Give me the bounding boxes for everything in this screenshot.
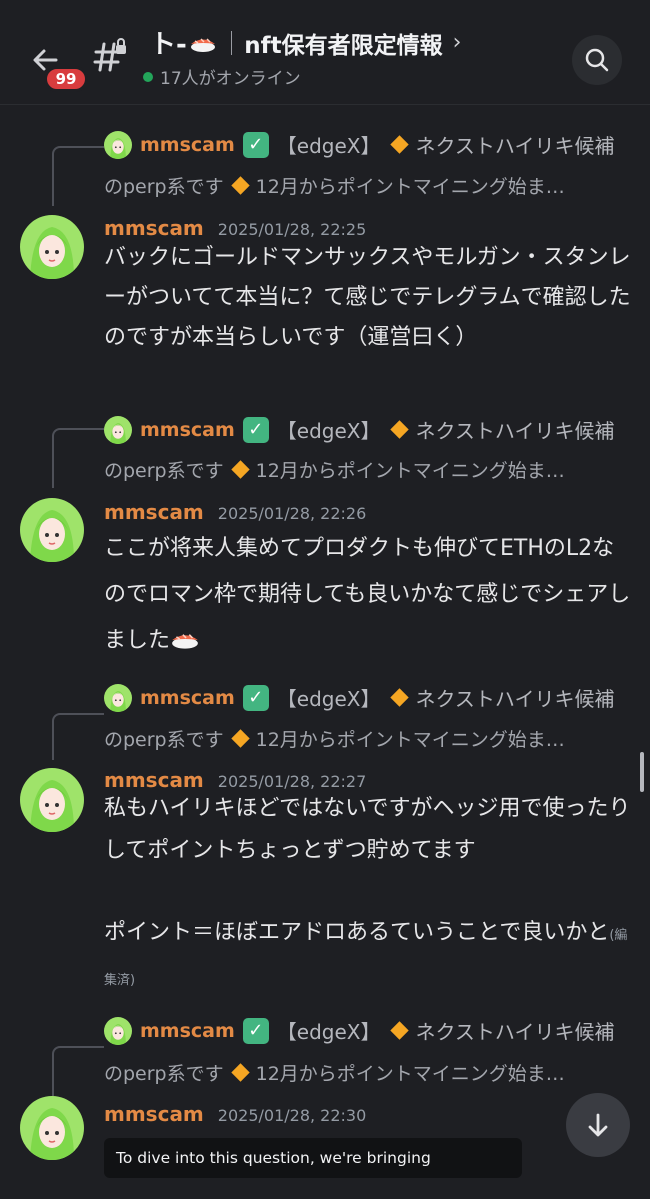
reply-preview[interactable]: mmscam ✓ 【edgeX】 ネクストハイリキ候補	[104, 130, 615, 159]
reply-preview-line2: のperp系です 12月からポイントマイニング始ま…	[104, 725, 565, 752]
check-mark-icon: ✓	[242, 416, 269, 443]
avatar	[104, 415, 132, 444]
message-header: mmscam 2025/01/28, 22:25	[104, 216, 366, 240]
unread-badge: 99	[44, 66, 88, 92]
online-count: 17人がオンライン	[160, 69, 301, 89]
message-timestamp: 2025/01/28, 22:25	[217, 220, 367, 239]
reply-tag: 【edgeX】	[276, 134, 381, 158]
channel-title[interactable]: ト- nft保有者限定情報 ›	[150, 24, 461, 61]
avatar[interactable]	[20, 498, 84, 562]
reply-preview-text: ネクストハイリキ候補	[415, 419, 615, 443]
orange-diamond-icon	[230, 729, 250, 748]
message-body-2: ポイント＝ほぼエアドロあるていうことで良いかと(編集済)	[104, 912, 634, 1002]
check-mark-icon: ✓	[242, 131, 269, 158]
locked-hash-icon	[92, 36, 132, 76]
message-author[interactable]: mmscam	[104, 216, 204, 240]
online-status: 17人がオンライン	[143, 64, 301, 89]
reply-preview-part: 12月からポイントマイニング始ま…	[255, 1063, 565, 1085]
reply-author: mmscam	[140, 1019, 235, 1042]
reply-preview-part: のperp系です	[104, 176, 224, 198]
message-body: 私もハイリキほどではないですがヘッジ用で使ったりしてポイントちょっとずつ貯めてま…	[104, 796, 631, 863]
reply-preview-line2: のperp系です 12月からポイントマイニング始ま…	[104, 172, 565, 199]
chevron-right-icon: ›	[452, 30, 462, 55]
reply-connector	[52, 1046, 104, 1098]
reply-tag: 【edgeX】	[276, 419, 381, 443]
message-header: mmscam 2025/01/28, 22:26	[104, 500, 366, 524]
reply-connector	[52, 713, 104, 760]
reply-tag: 【edgeX】	[276, 687, 381, 711]
avatar[interactable]	[20, 215, 84, 279]
message-text: ポイント＝ほぼエアドロあるていうことで良いかと	[104, 920, 610, 945]
reply-preview-text: ネクストハイリキ候補	[415, 1020, 615, 1044]
orange-diamond-icon	[389, 135, 409, 154]
search-icon	[585, 48, 609, 72]
orange-diamond-icon	[230, 1063, 250, 1082]
jump-to-latest-button[interactable]	[566, 1093, 630, 1157]
avatar	[104, 683, 132, 712]
scrollbar[interactable]	[640, 752, 644, 792]
reply-author: mmscam	[140, 686, 235, 709]
reply-connector	[52, 146, 104, 206]
reply-preview-part: 12月からポイントマイニング始ま…	[255, 729, 565, 751]
message-timestamp: 2025/01/28, 22:26	[217, 504, 367, 523]
reply-preview[interactable]: mmscam ✓ 【edgeX】 ネクストハイリキ候補	[104, 683, 615, 712]
reply-author: mmscam	[140, 418, 235, 441]
channel-name: nft保有者限定情報	[244, 32, 443, 59]
reply-preview-part: のperp系です	[104, 1063, 224, 1085]
title-divider	[230, 30, 233, 55]
reply-preview-part: のperp系です	[104, 729, 224, 751]
message-body: バックにゴールドマンサックスやモルガン・スタンレーがついてて本当に？て感じでテレ…	[104, 245, 631, 350]
channel-prefix: ト-	[150, 30, 187, 60]
reply-preview[interactable]: mmscam ✓ 【edgeX】 ネクストハイリキ候補	[104, 1016, 615, 1045]
avatar[interactable]	[20, 768, 84, 832]
reply-preview-part: 12月からポイントマイニング始ま…	[255, 176, 565, 198]
avatar[interactable]	[20, 1096, 84, 1160]
orange-diamond-icon	[389, 1021, 409, 1040]
message-body: ここが将来人集めてプロダクトも伸びてETHのL2なのでロマン枠で期待しても良いか…	[104, 526, 634, 664]
message-header: mmscam 2025/01/28, 22:30	[104, 1102, 366, 1126]
channel-header: 99 ト- nft保有者限定情報 › 17人がオンライン	[0, 0, 650, 105]
reply-author: mmscam	[140, 133, 235, 156]
reply-preview-line2: のperp系です 12月からポイントマイニング始ま…	[104, 1059, 565, 1086]
orange-diamond-icon	[230, 460, 250, 479]
reply-preview-text: ネクストハイリキ候補	[415, 134, 615, 158]
reply-preview[interactable]: mmscam ✓ 【edgeX】 ネクストハイリキ候補	[104, 415, 615, 444]
reply-preview-line2: のperp系です 12月からポイントマイニング始ま…	[104, 456, 565, 483]
sushi-icon	[172, 634, 198, 649]
orange-diamond-icon	[230, 176, 250, 195]
sushi-icon	[190, 37, 215, 52]
reply-preview-part: のperp系です	[104, 460, 224, 482]
reply-connector	[52, 428, 104, 488]
online-dot-icon	[143, 71, 153, 82]
reply-tag: 【edgeX】	[276, 1020, 381, 1044]
message-timestamp: 2025/01/28, 22:30	[217, 1106, 367, 1125]
avatar	[104, 130, 132, 159]
orange-diamond-icon	[389, 420, 409, 439]
check-mark-icon: ✓	[242, 1017, 269, 1044]
caption-overlay: To dive into this question, we're bringi…	[104, 1138, 522, 1178]
reply-preview-text: ネクストハイリキ候補	[415, 687, 615, 711]
avatar	[104, 1016, 132, 1045]
check-mark-icon: ✓	[242, 684, 269, 711]
arrow-down-icon	[588, 1113, 608, 1137]
message-author[interactable]: mmscam	[104, 500, 204, 524]
reply-preview-part: 12月からポイントマイニング始ま…	[255, 460, 565, 482]
search-button[interactable]	[572, 35, 622, 85]
message-author[interactable]: mmscam	[104, 1102, 204, 1126]
orange-diamond-icon	[389, 688, 409, 707]
